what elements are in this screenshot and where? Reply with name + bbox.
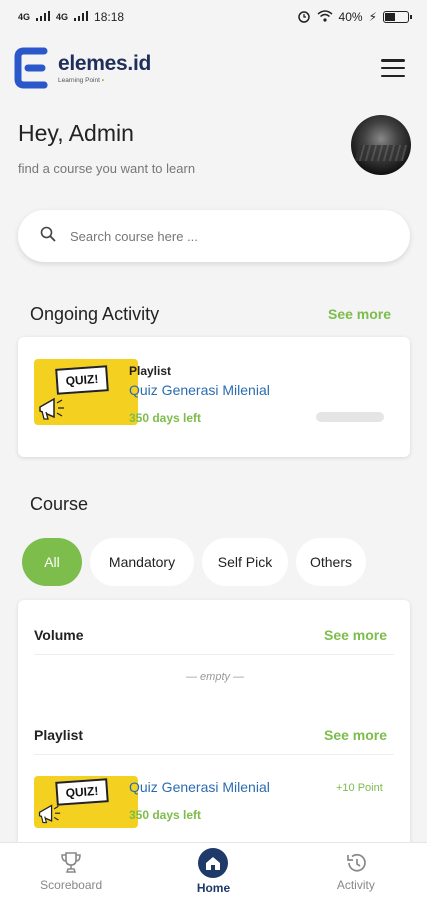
days-left: 350 days left <box>129 411 202 425</box>
item-type-label: Playlist <box>129 364 172 378</box>
divider <box>34 754 394 755</box>
search-bar[interactable] <box>18 210 410 262</box>
course-card: Volume See more — empty — Playlist See m… <box>18 600 410 850</box>
playlist-see-more-link[interactable]: See more <box>324 727 387 743</box>
ongoing-activity-title: Ongoing Activity <box>30 304 160 324</box>
divider <box>34 654 394 655</box>
hamburger-menu-icon[interactable] <box>381 59 405 77</box>
alarm-icon <box>297 9 311 26</box>
signal-icon: 4G <box>56 11 69 22</box>
quiz-thumb-text: QUIZ! <box>55 365 109 395</box>
playlist-days-left: 350 days left <box>129 808 202 822</box>
greeting-subtitle: find a course you want to learn <box>18 161 196 176</box>
home-icon <box>198 848 229 878</box>
volume-empty-text: — empty — <box>186 671 245 683</box>
nav-activity[interactable]: Activity <box>285 843 427 900</box>
battery-icon <box>383 11 412 23</box>
search-icon <box>40 226 56 247</box>
signal-bars-icon <box>36 10 51 24</box>
greeting: Hey, Admin find a course you want to lea… <box>18 120 195 176</box>
ongoing-activity-card[interactable]: QUIZ! Playlist Quiz Generasi Milenial 35… <box>18 337 410 457</box>
status-time: 18:18 <box>94 10 125 24</box>
signal-bars-icon <box>74 10 89 24</box>
brand-logo: elemes.id Learning Point • <box>14 45 151 91</box>
nav-home-label: Home <box>196 881 231 895</box>
playlist-item-title-link[interactable]: Quiz Generasi Milenial <box>129 779 270 795</box>
chip-self-pick[interactable]: Self Pick <box>202 538 288 586</box>
charging-icon: ⚡ <box>368 10 377 24</box>
point-badge: +10 Point <box>336 782 383 794</box>
megaphone-icon <box>38 804 61 824</box>
search-input[interactable] <box>70 228 388 244</box>
nav-activity-label: Activity <box>336 878 375 892</box>
signal-icon: 4G <box>18 11 31 22</box>
app-header: elemes.id Learning Point • <box>0 38 427 98</box>
wifi-icon <box>317 9 333 25</box>
chip-all[interactable]: All <box>22 538 82 586</box>
brand-name: elemes.id <box>58 52 152 75</box>
volume-label: Volume <box>34 627 84 643</box>
avatar[interactable] <box>351 115 411 175</box>
nav-scoreboard[interactable]: Scoreboard <box>0 843 142 900</box>
item-title-link[interactable]: Quiz Generasi Milenial <box>129 382 270 398</box>
quiz-thumbnail: QUIZ! <box>34 359 138 425</box>
nav-home[interactable]: Home <box>142 843 284 900</box>
battery-percent: 40% <box>338 10 363 24</box>
playlist-label: Playlist <box>34 727 84 743</box>
brand-tagline: Learning Point <box>58 77 100 84</box>
progress-bar <box>316 412 384 422</box>
logo-mark-icon <box>14 45 52 91</box>
greeting-title: Hey, Admin <box>18 120 134 146</box>
bottom-navigation: Scoreboard Home Activity <box>0 842 427 900</box>
status-bar: 4G 4G 18:18 40% ⚡ <box>0 0 427 34</box>
chip-mandatory[interactable]: Mandatory <box>90 538 194 586</box>
megaphone-icon <box>39 397 64 420</box>
course-title: Course <box>30 494 89 514</box>
quiz-thumbnail[interactable]: QUIZ! <box>34 776 138 828</box>
history-icon <box>346 853 366 872</box>
trophy-icon <box>61 852 81 873</box>
volume-see-more-link[interactable]: See more <box>324 627 387 643</box>
nav-scoreboard-label: Scoreboard <box>40 878 103 892</box>
quiz-thumb-text: QUIZ! <box>55 778 109 806</box>
course-filter-chips: All Mandatory Self Pick Others <box>22 538 366 586</box>
ongoing-see-more-link[interactable]: See more <box>328 306 391 322</box>
chip-others[interactable]: Others <box>296 538 366 586</box>
tagline-dot-icon: • <box>101 77 105 84</box>
